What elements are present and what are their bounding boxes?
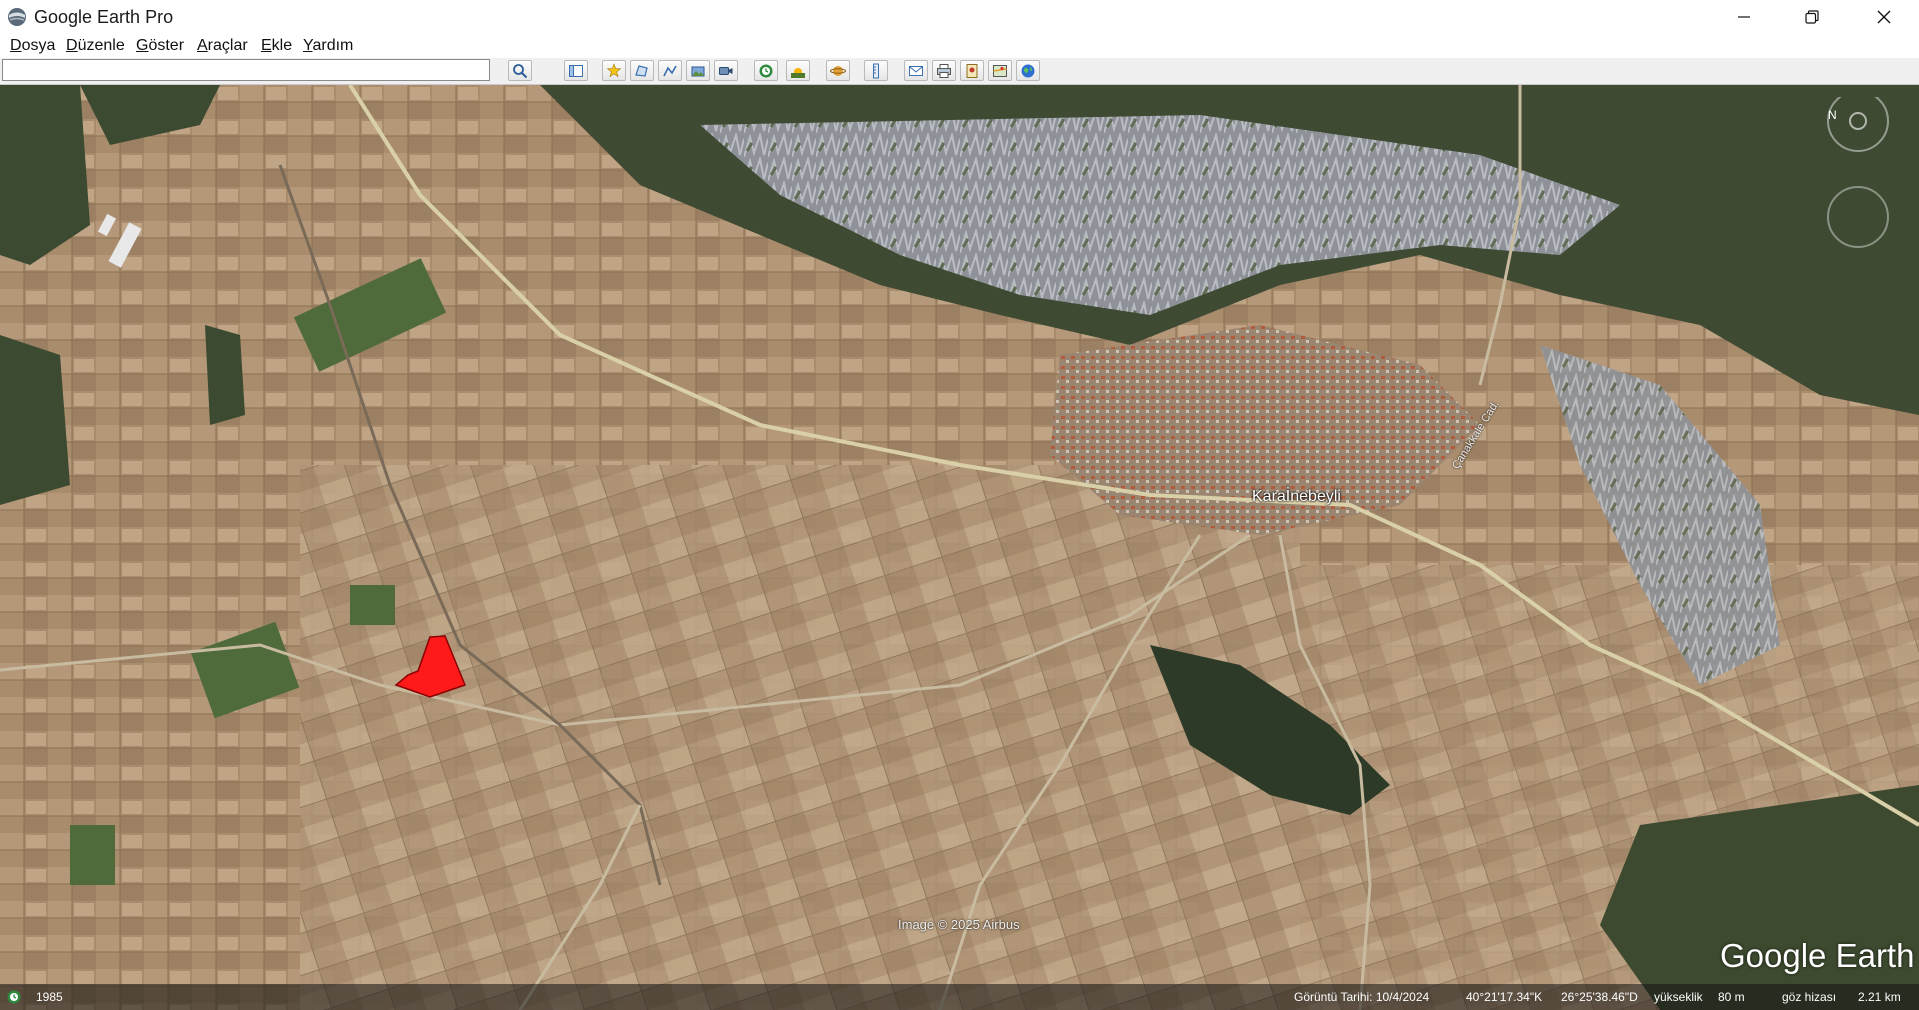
add-polygon-button[interactable]	[630, 60, 654, 81]
save-image-button[interactable]	[960, 60, 984, 81]
earth-button[interactable]	[1016, 60, 1040, 81]
view-in-maps-button[interactable]	[988, 60, 1012, 81]
elevation-label: yükseklik	[1654, 990, 1703, 1004]
add-placemark-button[interactable]	[602, 60, 626, 81]
menu-label: raçlar	[207, 37, 248, 54]
close-button[interactable]	[1850, 0, 1918, 34]
menu-label: ardım	[312, 37, 354, 54]
sidebar-toggle-icon	[569, 64, 583, 77]
menu-bar: Dosya Düzenle Göster Araçlar Ekle Yardım	[0, 34, 1919, 58]
sidebar-toggle-button[interactable]	[564, 60, 588, 81]
place-label: Karaİnebeyli	[1252, 488, 1341, 505]
image-credit: Image © 2025 Airbus	[898, 917, 1020, 932]
menu-label: kle	[271, 37, 293, 54]
menu-ekle[interactable]: Ekle	[261, 37, 292, 55]
add-placemark-icon	[606, 62, 622, 77]
menu-duzenle[interactable]: Düzenle	[66, 37, 125, 55]
move-joystick[interactable]	[1827, 186, 1889, 248]
record-tour-icon	[719, 66, 733, 75]
search-input[interactable]	[2, 59, 490, 81]
ruler-button[interactable]	[864, 60, 888, 81]
print-icon	[937, 63, 951, 78]
search-icon	[513, 63, 528, 78]
title-bar: Google Earth Pro	[0, 0, 1919, 35]
add-path-button[interactable]	[658, 60, 682, 81]
longitude-readout: 26°25'38.46"D	[1561, 990, 1638, 1004]
status-bar: 1985 Görüntü Tarihi: 10/4/2024 40°21'17.…	[0, 984, 1919, 1010]
add-image-overlay-button[interactable]	[686, 60, 710, 81]
close-icon	[1877, 10, 1891, 24]
ruler-icon	[873, 63, 879, 78]
sunlight-button[interactable]	[786, 60, 810, 81]
menu-label: osya	[21, 37, 56, 54]
elevation-value: 80 m	[1718, 990, 1745, 1004]
historical-imagery-icon	[759, 64, 773, 77]
latitude-readout: 40°21'17.34"K	[1466, 990, 1543, 1004]
menu-mnemonic: E	[261, 37, 272, 54]
look-joystick[interactable]	[1827, 97, 1889, 152]
view-in-maps-icon	[993, 64, 1007, 77]
history-year: 1985	[36, 990, 63, 1004]
search-button[interactable]	[508, 60, 532, 81]
map-view[interactable]: Karaİnebeyli Çanakkale Cad. Image © 2025…	[0, 85, 1919, 1010]
print-button[interactable]	[932, 60, 956, 81]
menu-mnemonic: D	[10, 37, 22, 54]
app-title: Google Earth Pro	[34, 7, 174, 27]
eye-altitude-label: göz hizası	[1782, 990, 1837, 1004]
switch-planet-icon	[830, 65, 846, 76]
switch-planet-button[interactable]	[826, 60, 850, 81]
email-icon	[909, 65, 923, 76]
imagery-date: Görüntü Tarihi: 10/4/2024	[1294, 990, 1430, 1004]
minimize-button[interactable]	[1710, 0, 1778, 34]
google-earth-logo: Google Earth	[1720, 937, 1915, 974]
menu-label: üzenle	[77, 37, 125, 54]
menu-mnemonic: G	[136, 37, 149, 54]
restore-icon	[1805, 10, 1819, 24]
add-image-overlay-icon	[691, 66, 705, 76]
add-polygon-icon	[635, 64, 648, 77]
satellite-imagery	[0, 85, 1919, 1010]
north-indicator-icon[interactable]: N	[1828, 108, 1837, 122]
menu-label: öster	[148, 37, 185, 54]
sunlight-icon	[791, 67, 805, 78]
google-earth-app-icon	[8, 8, 26, 26]
earth-icon	[1021, 64, 1035, 77]
compass-ring-icon[interactable]	[1849, 112, 1867, 130]
restore-button[interactable]	[1778, 0, 1846, 34]
menu-goster[interactable]: Göster	[136, 37, 184, 55]
save-image-icon	[966, 63, 978, 78]
navigation-controls[interactable]: N	[1806, 97, 1910, 297]
menu-mnemonic: D	[66, 37, 78, 54]
menu-dosya[interactable]: Dosya	[10, 37, 55, 55]
menu-araclar[interactable]: Araçlar	[197, 37, 248, 55]
historical-imagery-button[interactable]	[754, 60, 778, 81]
minimize-icon	[1738, 16, 1750, 18]
email-button[interactable]	[904, 60, 928, 81]
menu-yardim[interactable]: Yardım	[303, 37, 353, 55]
record-tour-button[interactable]	[714, 60, 738, 81]
toolbar	[0, 58, 1919, 85]
menu-mnemonic: A	[197, 37, 208, 54]
eye-altitude-value: 2.21 km	[1858, 990, 1901, 1004]
historical-imagery-status-icon[interactable]	[6, 989, 22, 1005]
add-path-icon	[663, 65, 677, 76]
